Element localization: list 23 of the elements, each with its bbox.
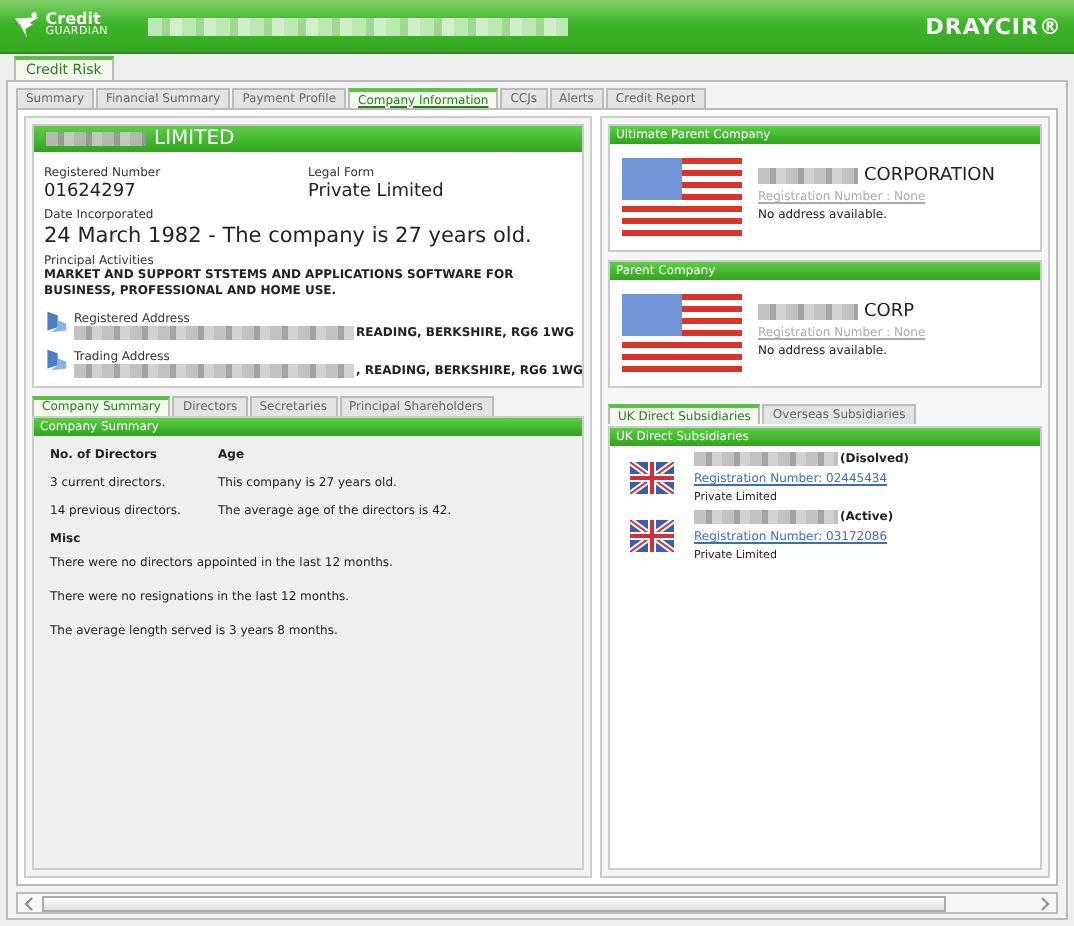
blurred-text: [46, 132, 146, 146]
building-icon: [44, 348, 68, 373]
horizontal-scrollbar[interactable]: [16, 892, 1058, 914]
us-flag-icon: [622, 294, 742, 378]
brand-logo: DRAYCIR®: [925, 13, 1062, 39]
us-flag-icon: [622, 158, 742, 242]
legal-form: Private Limited: [308, 182, 446, 202]
company-name: LIMITED: [154, 128, 235, 150]
blurred-text: [758, 304, 858, 320]
uk-flag-icon: [630, 462, 674, 494]
blurred-text: [694, 452, 838, 466]
blurred-text: [758, 168, 858, 184]
building-icon: [44, 310, 68, 335]
company-name: CORP: [864, 302, 915, 322]
registered-number: 01624297: [44, 182, 138, 202]
scroll-left-icon[interactable]: [22, 895, 38, 911]
blurred-text: [694, 510, 838, 524]
bird-logo-icon: [12, 10, 42, 42]
date-incorporated: 24 March 1982 - The company is 27 years old.: [44, 224, 534, 248]
company-name: CORPORATION: [864, 166, 995, 186]
scroll-thumb[interactable]: [42, 895, 946, 911]
scroll-right-icon[interactable]: [1036, 895, 1052, 911]
uk-flag-icon: [630, 520, 674, 552]
